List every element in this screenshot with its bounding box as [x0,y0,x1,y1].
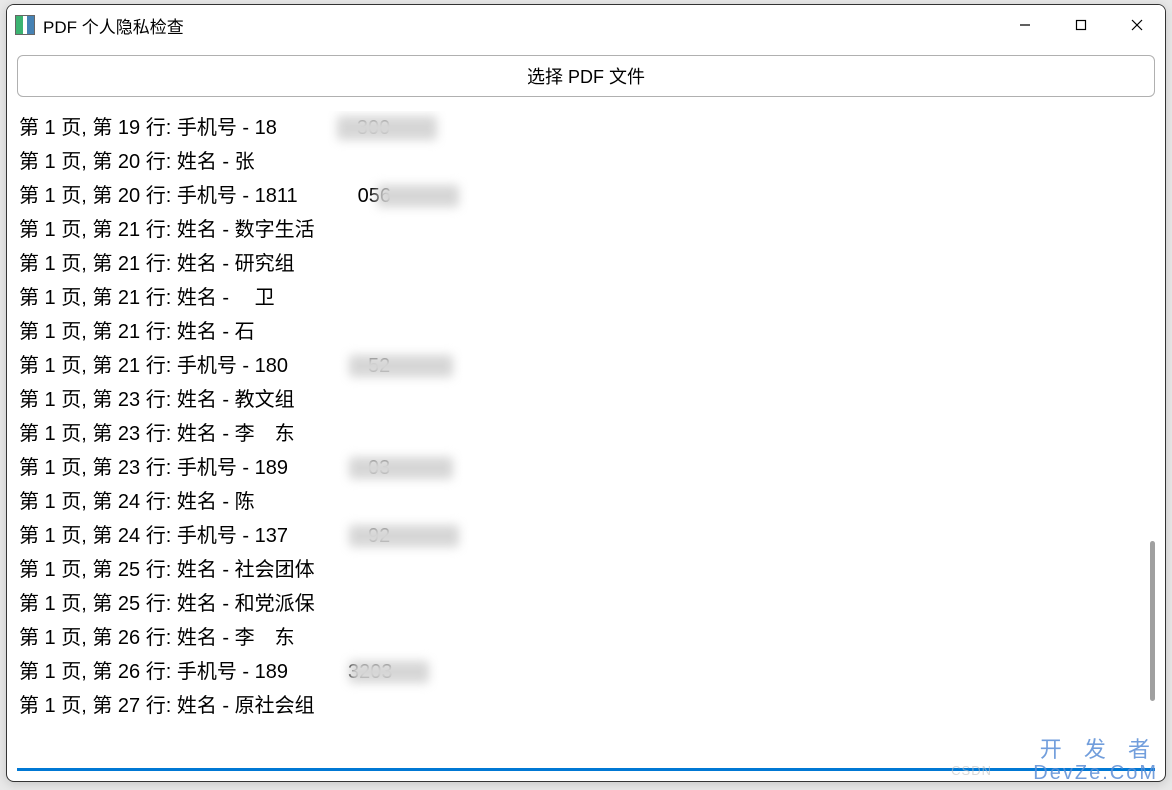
window-controls [997,5,1165,45]
result-line[interactable]: 第 1 页, 第 21 行: 手机号 - 180 52 [19,349,1137,383]
close-button[interactable] [1109,5,1165,45]
result-text: 第 1 页, 第 26 行: 手机号 - 189 3203 [19,661,392,683]
result-line[interactable]: 第 1 页, 第 21 行: 姓名 - 数字生活 [19,213,1137,247]
content-area: 选择 PDF 文件 第 1 页, 第 19 行: 手机号 - 18 300第 1… [7,45,1165,781]
scrollbar-track[interactable] [1147,111,1155,768]
result-line[interactable]: 第 1 页, 第 27 行: 姓名 - 原社会组 [19,689,1137,723]
result-text: 第 1 页, 第 23 行: 手机号 - 189 03 [19,457,390,479]
result-text: 第 1 页, 第 25 行: 姓名 - 社会团体 [19,559,315,581]
window-title: PDF 个人隐私检查 [43,13,997,38]
result-text: 第 1 页, 第 21 行: 姓名 - 石 [19,321,275,343]
minimize-button[interactable] [997,5,1053,45]
results-list[interactable]: 第 1 页, 第 19 行: 手机号 - 18 300 第 1 页, 第 20 行… [17,111,1143,768]
result-text: 第 1 页, 第 21 行: 姓名 - 卫 [19,287,275,309]
redaction-blur [377,185,459,207]
result-text: 第 1 页, 第 27 行: 姓名 - 原社会组 [19,695,315,717]
result-text: 第 1 页, 第 21 行: 姓名 - 数字生活 [19,219,315,241]
result-text: 第 1 页, 第 26 行: 姓名 - 李 东 [19,627,295,649]
result-line[interactable]: 第 1 页, 第 20 行: 手机号 - 1811 056 [19,179,1137,213]
result-line[interactable]: 第 1 页, 第 24 行: 手机号 - 137 92 [19,519,1137,553]
result-line[interactable]: 第 1 页, 第 24 行: 姓名 - 陈 [19,485,1137,519]
result-line[interactable]: 第 1 页, 第 23 行: 手机号 - 189 03 [19,451,1137,485]
result-text: 第 1 页, 第 24 行: 手机号 - 137 92 [19,525,390,547]
result-line[interactable]: 第 1 页, 第 23 行: 姓名 - 教文组 [19,383,1137,417]
result-line[interactable]: 第 1 页, 第 25 行: 姓名 - 和党派保 [19,587,1137,621]
result-text: 第 1 页, 第 20 行: 手机号 - 1811 056 [19,185,391,207]
application-window: PDF 个人隐私检查 选择 PDF 文件 第 1 页, 第 19 行: 手机号 … [6,4,1166,782]
result-text: 第 1 页, 第 19 行: 手机号 - 18 300 [19,117,390,139]
result-line[interactable]: 第 1 页, 第 20 行: 姓名 - 张 [19,145,1137,179]
scrollbar-thumb[interactable] [1150,541,1155,701]
app-icon [15,15,35,35]
result-line[interactable]: 第 1 页, 第 26 行: 手机号 - 189 3203 [19,655,1137,689]
result-line[interactable]: 第 1 页, 第 25 行: 姓名 - 社会团体 [19,553,1137,587]
result-line[interactable]: 第 1 页, 第 21 行: 姓名 - 卫 [19,281,1137,315]
result-line[interactable]: 第 1 页, 第 21 行: 姓名 - 研究组 [19,247,1137,281]
result-line[interactable]: 第 1 页, 第 21 行: 姓名 - 石 [19,315,1137,349]
select-pdf-button[interactable]: 选择 PDF 文件 [17,55,1155,97]
result-line[interactable]: 第 1 页, 第 19 行: 手机号 - 18 300 [19,111,1137,145]
redaction-blur [349,661,429,683]
minimize-icon [1019,19,1031,31]
maximize-icon [1075,19,1087,31]
results-container: 第 1 页, 第 19 行: 手机号 - 18 300 第 1 页, 第 20 行… [17,111,1155,771]
redaction-blur [349,457,453,479]
result-line[interactable]: 第 1 页, 第 26 行: 姓名 - 李 东 [19,621,1137,655]
result-text: 第 1 页, 第 21 行: 姓名 - 研究组 [19,253,295,275]
maximize-button[interactable] [1053,5,1109,45]
redaction-blur [349,525,459,547]
redaction-blur [337,116,437,140]
result-text: 第 1 页, 第 21 行: 手机号 - 180 52 [19,355,390,377]
close-icon [1131,19,1143,31]
result-text: 第 1 页, 第 23 行: 姓名 - 教文组 [19,389,295,411]
result-text: 第 1 页, 第 20 行: 姓名 - 张 [19,151,295,173]
result-text: 第 1 页, 第 25 行: 姓名 - 和党派保 [19,593,315,615]
result-line[interactable]: 第 1 页, 第 23 行: 姓名 - 李 东 [19,417,1137,451]
result-text: 第 1 页, 第 24 行: 姓名 - 陈 [19,491,275,513]
redaction-blur [349,355,453,377]
titlebar: PDF 个人隐私检查 [7,5,1165,45]
result-text: 第 1 页, 第 23 行: 姓名 - 李 东 [19,423,295,445]
